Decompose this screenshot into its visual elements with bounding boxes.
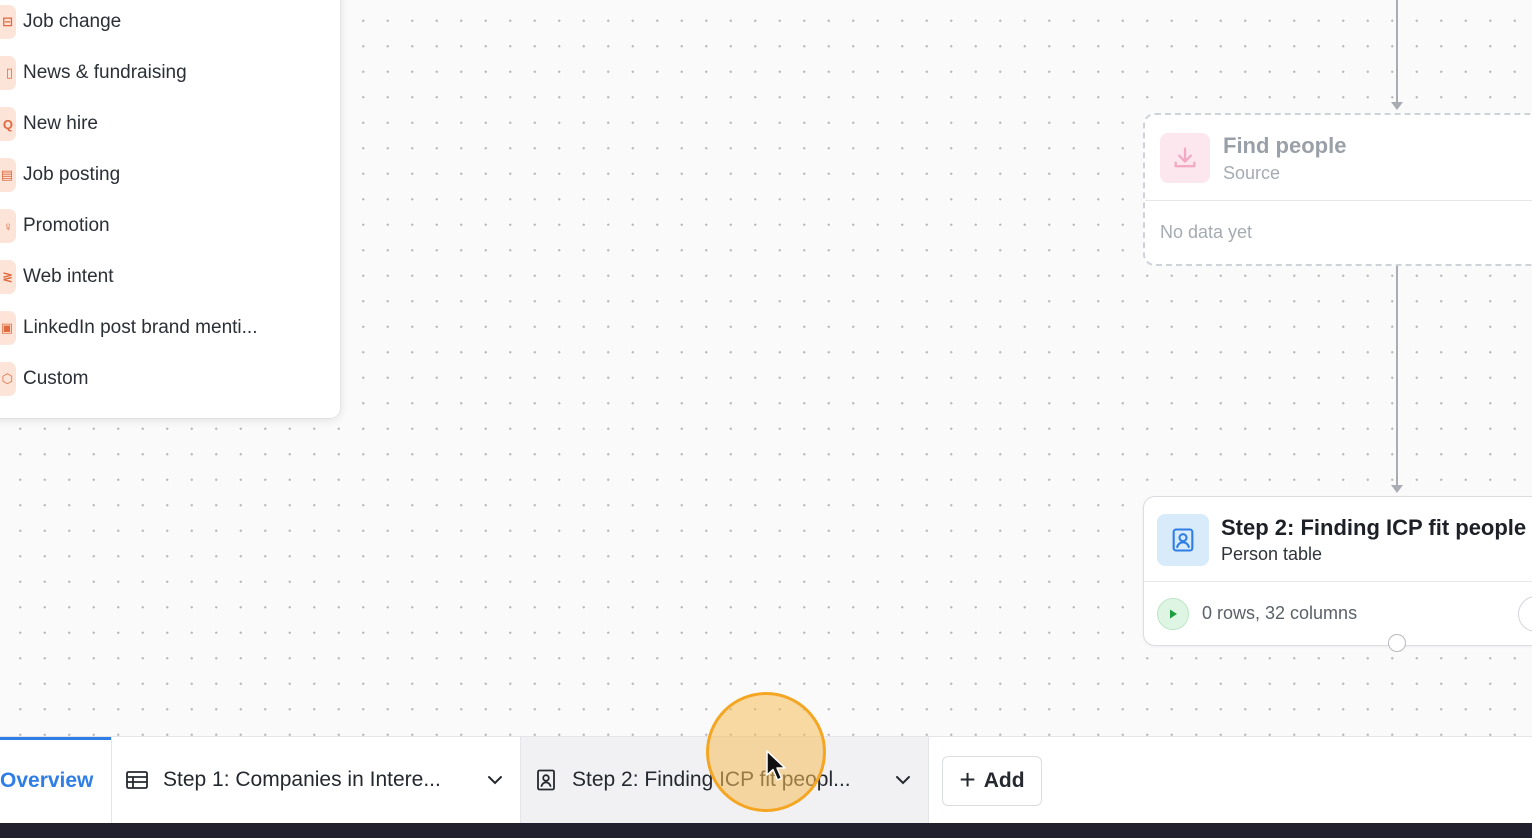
node-subtitle: Source [1223,163,1281,183]
tab-divider [928,737,929,823]
menu-item-label: Web intent [23,266,114,287]
cursor-click-icon: ≷ [0,260,16,294]
play-icon [1170,609,1177,619]
workflow-canvas[interactable]: ⊟ Job change ▯ News & fundraising Q New … [0,0,1532,736]
clipboard-icon: ▤ [0,158,16,192]
connector-line [1396,0,1398,103]
menu-item-job-posting[interactable]: ▤ Job posting [0,155,320,195]
connector-line [1396,266,1398,486]
node-subtitle: Person table [1221,544,1323,564]
menu-item-job-change[interactable]: ⊟ Job change [0,2,320,42]
step2-table-node[interactable]: Step 2: Finding ICP fit people Person ta… [1143,496,1532,646]
connector-arrow [1391,102,1403,110]
menu-item-label: Job change [23,11,122,32]
tab-overview[interactable]: Overview [0,737,111,823]
menu-item-label: Custom [23,368,89,389]
menu-item-promotion[interactable]: ♀ Promotion [0,206,320,246]
table-icon [125,768,149,792]
menu-item-new-hire[interactable]: Q New hire [0,104,320,144]
menu-item-label: Promotion [23,215,110,236]
award-icon: ♀ [0,209,16,243]
menu-item-linkedin-post[interactable]: ▣ LinkedIn post brand menti... [0,308,320,348]
person-card-icon [1157,514,1209,566]
node-divider [1144,581,1532,582]
menu-item-label: New hire [23,113,98,134]
menu-item-label: News & fundraising [23,62,187,83]
search-person-icon: Q [0,107,16,141]
node-options-button[interactable] [1518,596,1532,632]
add-button-label: Add [983,769,1025,792]
connector-arrow [1391,485,1403,493]
person-card-icon [534,768,558,792]
briefcase-icon: ⊟ [0,5,16,39]
node-title: Find people [1223,133,1347,158]
window-bottom-strip [0,823,1532,838]
add-tab-button[interactable]: + Add [942,756,1042,806]
chevron-down-icon[interactable] [484,769,506,791]
tab-overview-label: Overview [0,768,94,792]
box-icon: ⬡ [0,362,16,396]
mouse-pointer-icon [766,750,786,781]
menu-item-custom[interactable]: ⬡ Custom [0,359,320,399]
newspaper-icon: ▯ [0,56,16,90]
node-divider [1145,200,1532,201]
tab-step1-label: Step 1: Companies in Intere... [163,768,441,791]
menu-item-web-intent[interactable]: ≷ Web intent [0,257,320,297]
download-icon [1160,133,1210,183]
node-status: No data yet [1160,222,1253,242]
connection-handle[interactable] [1388,634,1406,652]
table-summary: 0 rows, 32 columns [1202,603,1358,623]
linkedin-icon: ▣ [0,311,16,345]
node-title: Step 2: Finding ICP fit people [1221,515,1527,540]
signal-type-menu: ⊟ Job change ▯ News & fundraising Q New … [0,0,340,418]
run-button[interactable] [1157,598,1189,630]
menu-item-label: Job posting [23,164,121,185]
menu-item-news-fundraising[interactable]: ▯ News & fundraising [0,53,320,93]
find-people-node[interactable]: Find people Source No data yet [1143,113,1532,266]
tab-step1[interactable]: Step 1: Companies in Intere... [112,737,520,823]
plus-icon: + [959,763,976,795]
chevron-down-icon[interactable] [892,769,914,791]
menu-item-label: LinkedIn post brand menti... [23,317,258,338]
